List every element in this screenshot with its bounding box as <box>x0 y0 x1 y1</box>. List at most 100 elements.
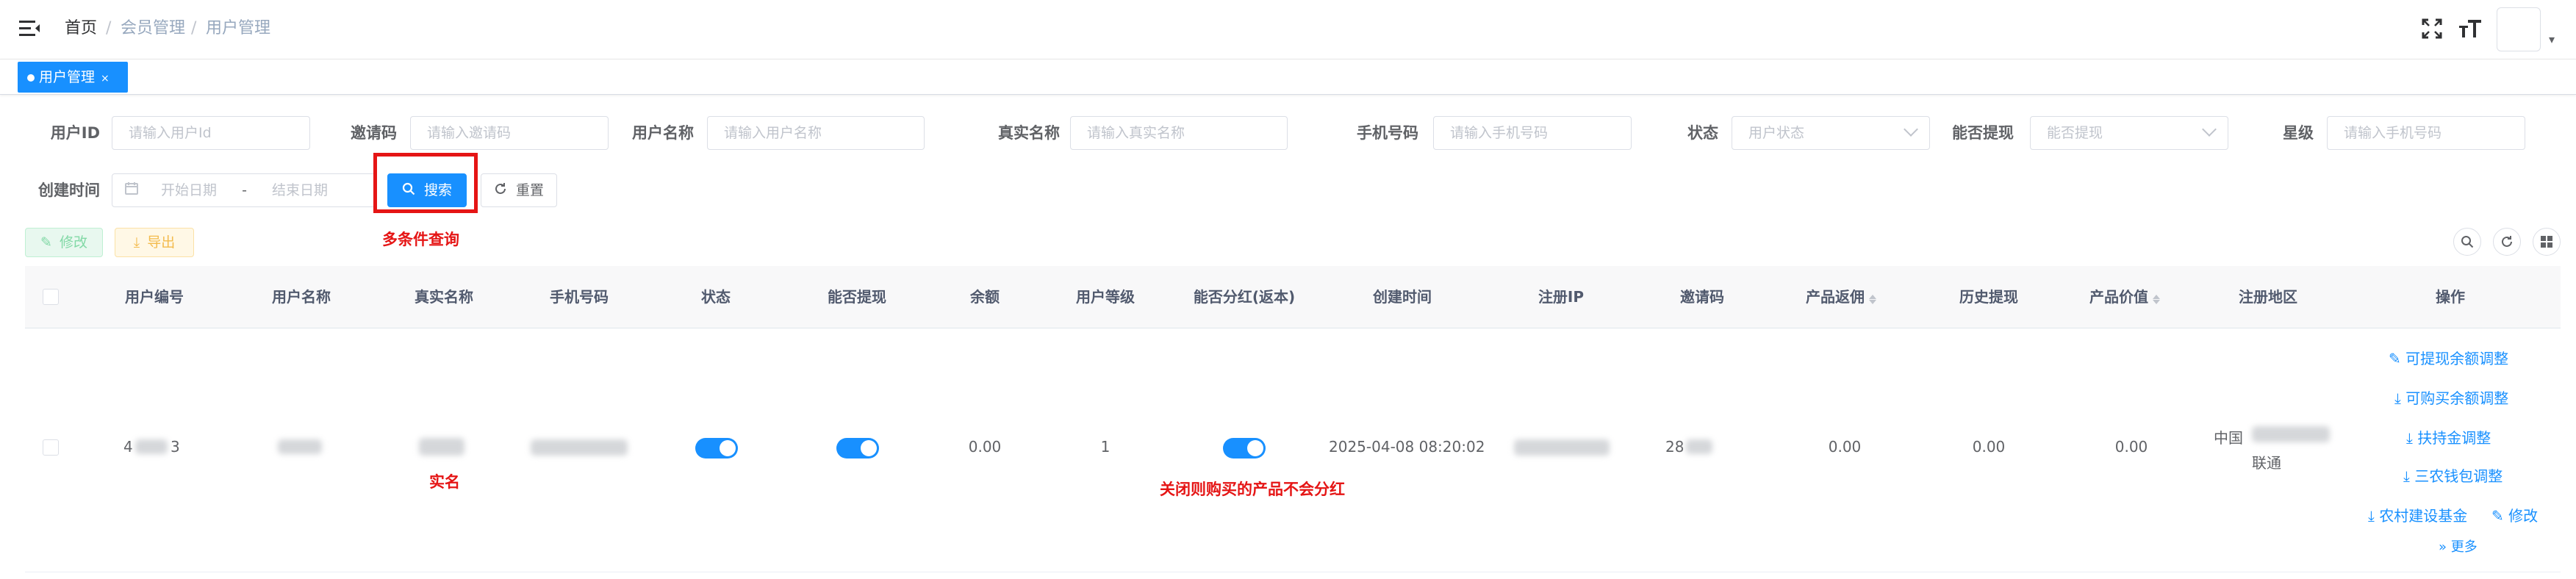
end-date-placeholder: 结束日期 <box>272 182 329 198</box>
link-label: 可购买余额调整 <box>2405 389 2509 407</box>
dividend-switch[interactable] <box>1223 438 1266 458</box>
breadcrumb-separator: / <box>106 19 112 37</box>
date-range-separator: - <box>242 182 247 198</box>
columns-button[interactable] <box>2533 228 2561 256</box>
select-all-checkbox[interactable] <box>43 289 59 305</box>
rural-fund-link[interactable]: ⤓ 农村建设基金 <box>2368 504 2467 525</box>
search-button[interactable]: 搜索 <box>387 173 467 207</box>
search-button-label: 搜索 <box>424 182 453 198</box>
redacted-phone <box>531 439 628 456</box>
withdraw-select-placeholder: 能否提现 <box>2047 125 2103 141</box>
link-label: 三农钱包调整 <box>2414 467 2503 485</box>
column-header[interactable]: 手机号码 <box>535 266 623 328</box>
fullscreen-icon[interactable] <box>2422 18 2442 39</box>
column-header[interactable]: 状态 <box>672 266 760 328</box>
font-size-icon[interactable] <box>2458 17 2483 39</box>
sort-icon[interactable] <box>1869 291 1876 306</box>
withdraw-select[interactable]: 能否提现 <box>2030 116 2228 150</box>
label-user-id: 用户ID <box>50 124 100 142</box>
phone-input[interactable]: 请输入手机号码 <box>1433 116 1632 150</box>
reset-button[interactable]: 重置 <box>481 173 557 207</box>
column-header: 操作 <box>2436 288 2465 306</box>
withdraw-switch[interactable] <box>836 438 879 458</box>
label-created: 创建时间 <box>38 181 100 199</box>
tags-view-bar <box>0 59 2576 95</box>
commission-cell: 0.00 <box>1828 438 1862 456</box>
real-name-input[interactable]: 请输入真实名称 <box>1070 116 1288 150</box>
redacted-value <box>135 439 168 454</box>
star-input[interactable]: 请输入手机号码 <box>2327 116 2525 150</box>
switch-knob <box>720 440 736 456</box>
status-switch[interactable] <box>695 438 738 458</box>
created-time-cell: 2025-04-08 08:20:02 <box>1329 438 1485 456</box>
breadcrumb-home[interactable]: 首页 <box>65 18 97 40</box>
user-id-input[interactable]: 请输入用户Id <box>112 116 310 150</box>
created-date-range[interactable]: 开始日期 - 结束日期 <box>112 173 376 207</box>
label-star: 星级 <box>2283 124 2314 142</box>
chevron-down-icon[interactable]: ▾ <box>2549 32 2555 46</box>
status-select[interactable]: 用户状态 <box>1732 116 1930 150</box>
link-label: 更多 <box>2450 539 2478 555</box>
column-header[interactable]: 创建时间 <box>1358 266 1446 328</box>
label-real-name: 真实名称 <box>998 124 1060 142</box>
user-name-input[interactable]: 请输入用户名称 <box>707 116 925 150</box>
row-edit-link[interactable]: ✎ 修改 <box>2491 504 2538 525</box>
row-checkbox[interactable] <box>43 439 59 456</box>
column-header[interactable]: 注册地区 <box>2224 266 2312 328</box>
breadcrumb-separator: / <box>191 19 197 37</box>
more-actions-link[interactable]: » 更多 <box>2439 536 2478 555</box>
purchasable-balance-adjust-link[interactable]: ⤓ 可购买余额调整 <box>2394 386 2508 408</box>
column-header[interactable]: 真实名称 <box>400 266 488 328</box>
column-header[interactable]: 历史提现 <box>1945 266 2033 328</box>
toggle-search-button[interactable] <box>2453 228 2481 256</box>
hamburger-icon[interactable] <box>19 19 41 38</box>
withdrawable-balance-adjust-link[interactable]: ✎ 可提现余额调整 <box>2389 347 2508 368</box>
column-header-label: 产品价值 <box>2089 288 2148 306</box>
column-header[interactable]: 邀请码 <box>1658 266 1746 328</box>
download-icon: ⤓ <box>133 234 140 251</box>
link-label: 修改 <box>2508 507 2539 525</box>
support-fund-adjust-link[interactable]: ⤓ 扶持金调整 <box>2406 426 2491 447</box>
column-header-sortable[interactable]: 产品返佣 <box>1795 266 1887 328</box>
close-icon[interactable]: × <box>101 73 110 84</box>
switch-knob <box>861 440 877 456</box>
label-phone: 手机号码 <box>1357 124 1418 142</box>
refresh-table-button[interactable] <box>2493 228 2521 256</box>
refresh-icon <box>2502 236 2512 247</box>
edit-button-label: 修改 <box>59 234 87 251</box>
column-header[interactable]: 注册IP <box>1517 266 1605 328</box>
invite-code-prefix: 28 <box>1665 438 1685 456</box>
top-navbar <box>0 0 2576 60</box>
column-header[interactable]: 用户名称 <box>257 266 345 328</box>
avatar[interactable] <box>2497 7 2541 51</box>
column-header[interactable]: 能否分红(返本) <box>1174 266 1314 328</box>
column-header[interactable]: 用户等级 <box>1061 266 1149 328</box>
tab-user-management[interactable]: 用户管理 × <box>18 62 128 93</box>
edit-icon: ✎ <box>2389 350 2406 367</box>
rural-wallet-adjust-link[interactable]: ⤓ 三农钱包调整 <box>2403 464 2503 486</box>
region-prefix: 中国 <box>2214 429 2243 447</box>
download-icon: ⤓ <box>2394 389 2406 407</box>
annotation-dividend-note: 关闭则购买的产品不会分红 <box>1160 481 1345 498</box>
breadcrumb-members[interactable]: 会员管理 <box>121 18 185 40</box>
chevron-down-icon <box>2202 122 2217 137</box>
level-cell: 1 <box>1100 438 1111 456</box>
history-withdraw-cell: 0.00 <box>1972 438 2006 456</box>
sort-icon[interactable] <box>2153 291 2160 306</box>
link-label: 可提现余额调整 <box>2405 350 2509 367</box>
column-header[interactable]: 余额 <box>941 266 1029 328</box>
export-button[interactable]: ⤓ 导出 <box>115 228 194 257</box>
balance-cell: 0.00 <box>968 438 1002 456</box>
refresh-icon <box>494 175 507 207</box>
tab-label: 用户管理 <box>39 69 96 85</box>
export-button-label: 导出 <box>147 234 176 251</box>
column-header[interactable]: 用户编号 <box>110 266 198 328</box>
edit-button[interactable]: ✎ 修改 <box>25 228 103 257</box>
download-icon: ⤓ <box>2406 429 2418 447</box>
download-icon: ⤓ <box>2368 507 2380 525</box>
column-header[interactable]: 能否提现 <box>813 266 901 328</box>
annotation-real-name: 实名 <box>429 473 460 491</box>
annotation-multi-search: 多条件查询 <box>382 231 459 248</box>
invite-code-input[interactable]: 请输入邀请码 <box>410 116 609 150</box>
column-header-sortable[interactable]: 产品价值 <box>2078 266 2171 328</box>
